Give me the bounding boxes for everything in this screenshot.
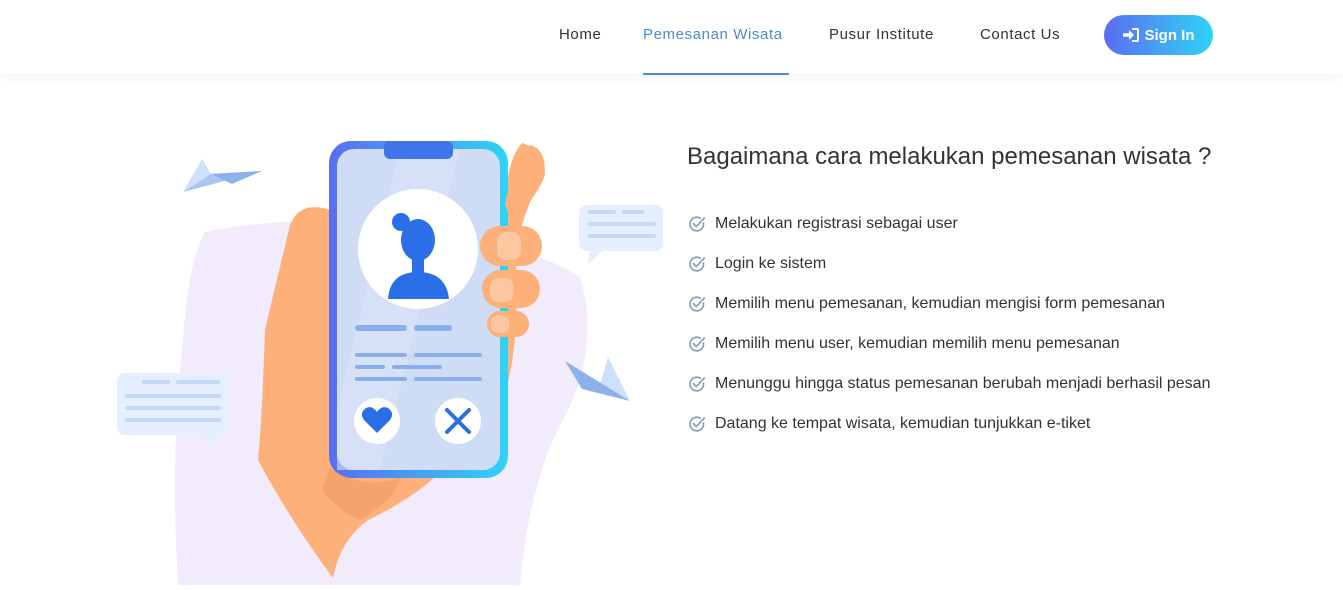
check-circle-icon (689, 296, 706, 312)
step-text: Memilih menu pemesanan, kemudian mengisi… (715, 295, 1165, 312)
sign-in-button[interactable]: Sign In (1104, 15, 1213, 55)
sign-in-label: Sign In (1144, 26, 1195, 44)
check-circle-icon (689, 216, 706, 232)
step-text: Datang ke tempat wisata, kemudian tunjuk… (715, 415, 1091, 432)
section-title: Bagaimana cara melakukan pemesanan wisat… (687, 143, 1212, 170)
chat-bubble-icon (117, 373, 230, 450)
check-circle-icon (689, 416, 706, 432)
sign-in-icon (1122, 28, 1139, 42)
step-text: Login ke sistem (715, 255, 827, 272)
phone-notch (384, 141, 453, 159)
paper-plane-icon (183, 159, 262, 192)
top-navbar: Home Pemesanan Wisata Pusur Institute Co… (0, 0, 1343, 75)
phone-illustration (0, 74, 680, 585)
step-text: Memilih menu user, kemudian memilih menu… (715, 335, 1120, 352)
list-item: Login ke sistem (688, 244, 1328, 284)
nav-pemesanan-wisata-link[interactable]: Pemesanan Wisata (643, 26, 783, 43)
check-circle-icon (689, 376, 706, 392)
check-circle-icon (689, 336, 706, 352)
nav-pusur-institute-link[interactable]: Pusur Institute (829, 26, 934, 43)
check-circle-icon (689, 256, 706, 272)
list-item: Melakukan registrasi sebagai user (688, 204, 1328, 244)
list-item: Datang ke tempat wisata, kemudian tunjuk… (688, 404, 1328, 444)
nav-home-link[interactable]: Home (559, 26, 601, 43)
list-item: Memilih menu pemesanan, kemudian mengisi… (688, 284, 1328, 324)
step-text: Menunggu hingga status pemesanan berubah… (715, 375, 1211, 392)
step-text: Melakukan registrasi sebagai user (715, 215, 958, 232)
chat-bubble-icon (579, 205, 663, 264)
steps-list: Melakukan registrasi sebagai user Login … (688, 204, 1328, 444)
list-item: Memilih menu user, kemudian memilih menu… (688, 324, 1328, 364)
list-item: Menunggu hingga status pemesanan berubah… (688, 364, 1328, 404)
nav-contact-us-link[interactable]: Contact Us (980, 26, 1060, 43)
nav-active-underline (643, 73, 789, 75)
